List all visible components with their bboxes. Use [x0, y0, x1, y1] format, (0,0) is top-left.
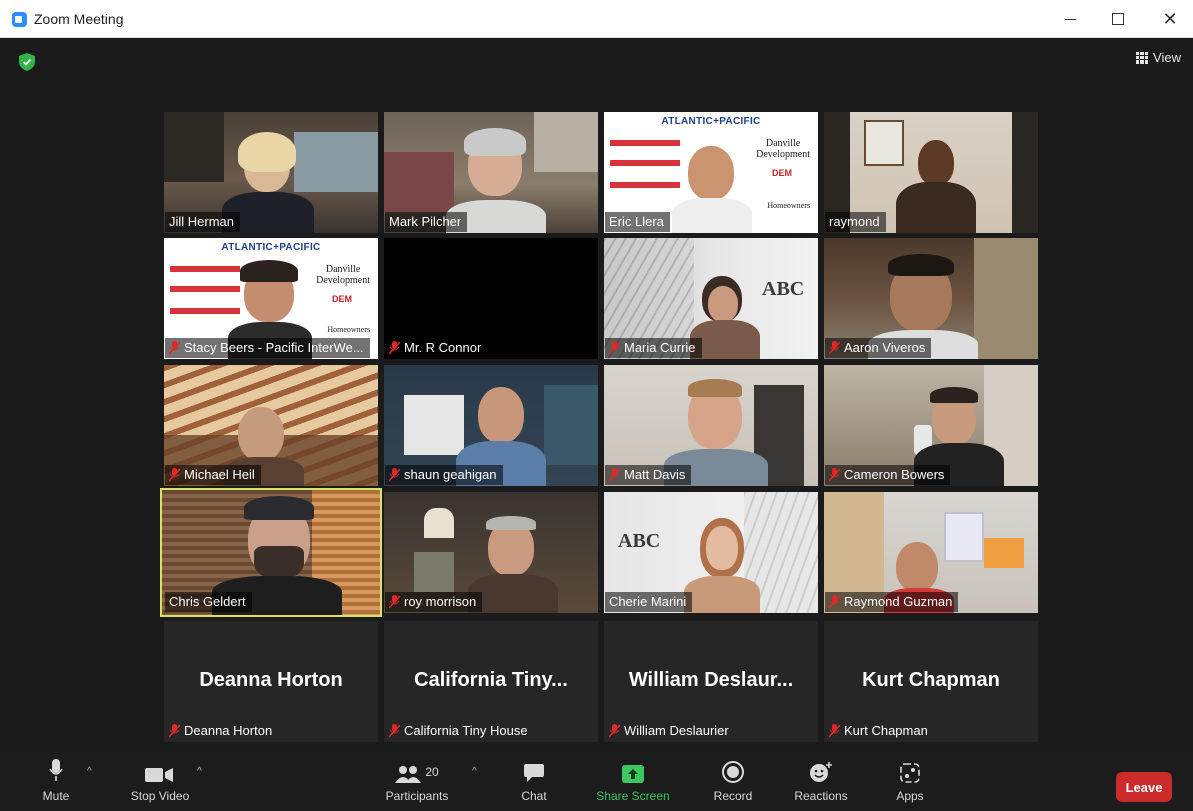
participant-name-tag: Deanna Horton	[165, 721, 278, 741]
muted-mic-icon	[609, 341, 620, 355]
video-tile-raymond[interactable]: raymond	[824, 112, 1038, 233]
muted-mic-icon	[169, 341, 180, 355]
video-tile-shaun-geahigan[interactable]: shaun geahigan	[384, 365, 598, 486]
muted-mic-icon	[389, 724, 400, 738]
participant-name-tag: Raymond Guzman	[825, 592, 959, 612]
view-label: View	[1153, 50, 1181, 65]
participant-display-name: Kurt Chapman	[862, 669, 1000, 691]
participant-name-tag: Chris Geldert	[165, 592, 252, 612]
participant-name-tag: Mark Pilcher	[385, 212, 468, 232]
title-bar: Zoom Meeting ✕	[0, 0, 1193, 38]
participant-name-tag: raymond	[825, 212, 886, 232]
participant-name-tag: Cherie Marini	[605, 592, 693, 612]
close-window-button[interactable]: ✕	[1147, 6, 1193, 32]
participant-name-tag: roy morrison	[385, 592, 483, 612]
audio-options-chevron-up-icon[interactable]: ^	[87, 766, 92, 777]
minimize-button[interactable]	[1047, 6, 1093, 32]
chat-button[interactable]: Chat	[514, 751, 554, 811]
muted-mic-icon	[829, 724, 840, 738]
video-tile-cameron-bowers[interactable]: Cameron Bowers	[824, 365, 1038, 486]
video-tile-california-tiny-house[interactable]: California Tiny... California Tiny House	[384, 621, 598, 742]
leave-meeting-button[interactable]: Leave	[1116, 772, 1172, 802]
smiley-reaction-icon	[810, 762, 832, 782]
video-tile-raymond-guzman[interactable]: Raymond Guzman	[824, 492, 1038, 613]
video-tile-deanna-horton[interactable]: Deanna Horton Deanna Horton	[164, 621, 378, 742]
participant-name-tag: Kurt Chapman	[825, 721, 934, 741]
participant-display-name: Deanna Horton	[199, 669, 343, 691]
participant-name-tag: Cameron Bowers	[825, 465, 951, 485]
muted-mic-icon	[169, 468, 180, 482]
microphone-icon	[49, 759, 63, 781]
muted-mic-icon	[389, 595, 400, 609]
video-tile-stacy-beers[interactable]: ATLANTIC+PACIFIC Danville Development DEM…	[164, 238, 378, 359]
muted-mic-icon	[829, 468, 840, 482]
video-camera-icon	[145, 768, 173, 782]
participant-name-tag: Maria Currie	[605, 338, 702, 358]
window-title: Zoom Meeting	[34, 11, 124, 27]
participants-icon	[395, 766, 422, 783]
participant-name-tag: shaun geahigan	[385, 465, 503, 485]
participant-name-tag: Mr. R Connor	[385, 338, 488, 358]
zoom-app-icon	[12, 12, 27, 27]
apps-button[interactable]: Apps	[890, 751, 930, 811]
grid-view-icon	[1136, 51, 1149, 64]
muted-mic-icon	[169, 724, 180, 738]
muted-mic-icon	[609, 724, 620, 738]
video-tile-aaron-viveros[interactable]: Aaron Viveros	[824, 238, 1038, 359]
participant-name-tag: Matt Davis	[605, 465, 692, 485]
video-tile-mark-pilcher[interactable]: Mark Pilcher	[384, 112, 598, 233]
participant-name-tag: Michael Heil	[165, 465, 261, 485]
participant-display-name: California Tiny...	[414, 669, 568, 691]
participants-options-chevron-up-icon[interactable]: ^	[472, 766, 477, 777]
video-options-chevron-up-icon[interactable]: ^	[197, 766, 202, 777]
video-tile-matt-davis[interactable]: Matt Davis	[604, 365, 818, 486]
encryption-shield-icon[interactable]	[19, 53, 35, 71]
video-tile-william-deslaurier[interactable]: William Deslaur... William Deslaurier	[604, 621, 818, 742]
participant-name-tag: Eric Llera	[605, 212, 670, 232]
muted-mic-icon	[389, 341, 400, 355]
video-tile-kurt-chapman[interactable]: Kurt Chapman Kurt Chapman	[824, 621, 1038, 742]
participants-count: 20	[425, 765, 439, 779]
view-button[interactable]: View	[1136, 50, 1181, 65]
participant-name-tag: William Deslaurier	[605, 721, 735, 741]
video-tile-maria-currie[interactable]: ABC Maria Currie	[604, 238, 818, 359]
video-tile-eric-llera[interactable]: ATLANTIC+PACIFIC Danville Development DEM…	[604, 112, 818, 233]
video-tile-jill-herman[interactable]: Jill Herman	[164, 112, 378, 233]
mute-button[interactable]: Mute	[36, 751, 76, 811]
record-icon	[722, 761, 744, 783]
record-button[interactable]: Record	[708, 751, 758, 811]
share-screen-arrow-icon	[622, 765, 644, 783]
meeting-area: View Jill Herman Mark Pilcher ATLANTIC+P…	[0, 38, 1193, 751]
participant-name-tag: Aaron Viveros	[825, 338, 932, 358]
participants-button[interactable]: 20 Participants	[378, 751, 456, 811]
maximize-button[interactable]	[1095, 6, 1141, 32]
video-tile-cherie-marini[interactable]: ABC Cherie Marini	[604, 492, 818, 613]
reactions-button[interactable]: Reactions	[788, 751, 854, 811]
participant-name-tag: Stacy Beers - Pacific InterWe...	[165, 338, 370, 358]
video-tile-r-connor[interactable]: Mr. R Connor	[384, 238, 598, 359]
meeting-toolbar: Mute ^ Stop Video ^ 20 Participants ^ Ch…	[0, 751, 1193, 811]
participant-name-tag: California Tiny House	[385, 721, 534, 741]
apps-icon	[900, 763, 920, 783]
muted-mic-icon	[609, 468, 620, 482]
video-tile-michael-heil[interactable]: Michael Heil	[164, 365, 378, 486]
stop-video-button[interactable]: Stop Video	[124, 751, 196, 811]
participant-name-tag: Jill Herman	[165, 212, 241, 232]
participant-display-name: William Deslaur...	[628, 669, 794, 691]
muted-mic-icon	[389, 468, 400, 482]
chat-bubble-icon	[524, 764, 544, 782]
muted-mic-icon	[829, 595, 840, 609]
muted-mic-icon	[829, 341, 840, 355]
video-tile-chris-geldert[interactable]: Chris Geldert	[160, 488, 382, 617]
abc-logo-text: ABC	[762, 278, 805, 300]
abc-logo-text: ABC	[618, 530, 661, 552]
share-screen-button[interactable]: Share Screen	[590, 751, 676, 811]
video-tile-roy-morrison[interactable]: roy morrison	[384, 492, 598, 613]
